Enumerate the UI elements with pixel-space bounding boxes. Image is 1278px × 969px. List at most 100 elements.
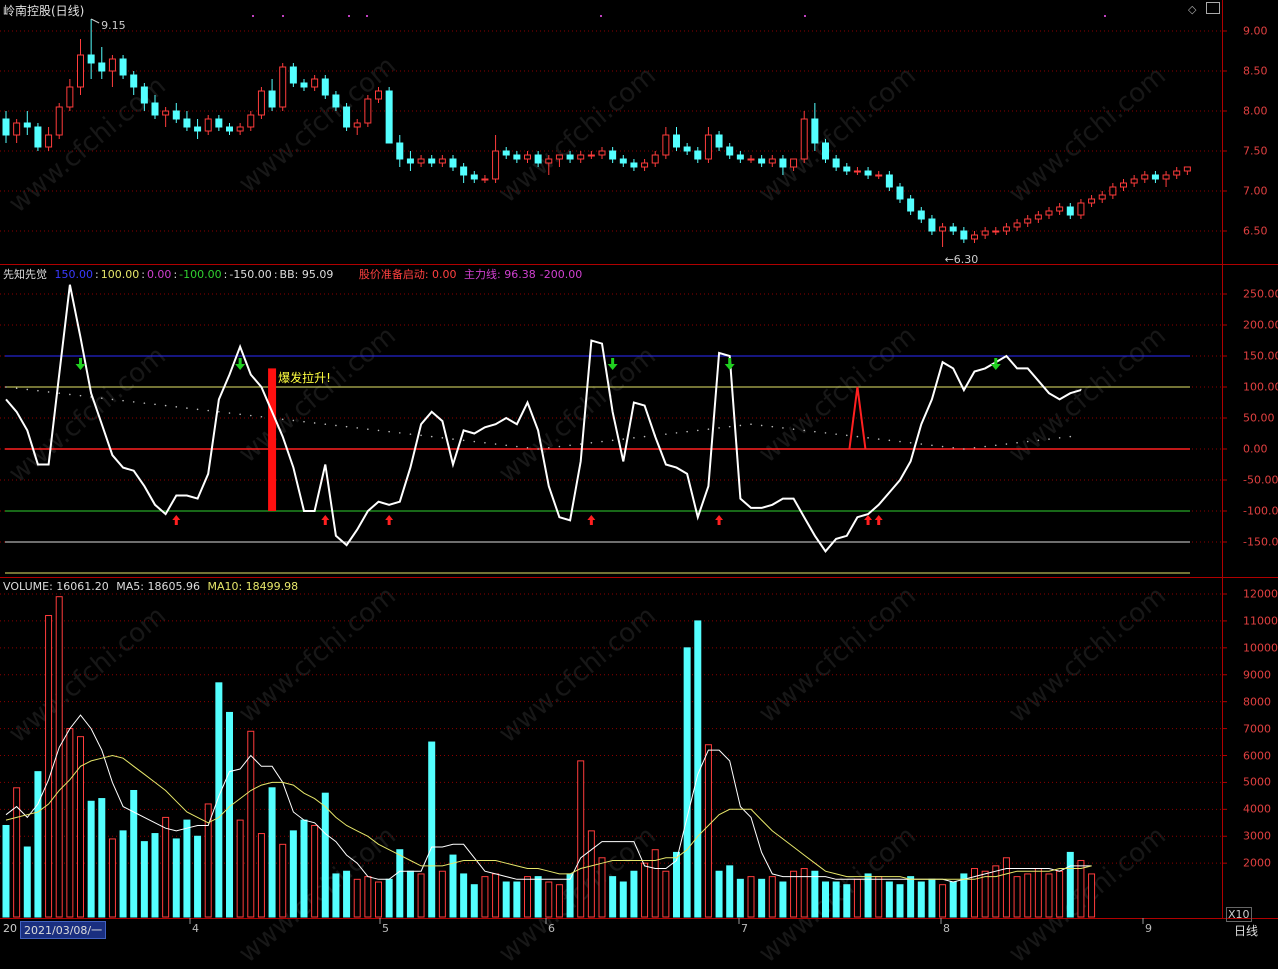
main-line-dot (79, 394, 82, 397)
candle-body (992, 230, 1000, 233)
volume-bar (417, 873, 425, 918)
candle-body (172, 110, 180, 120)
volume-bar (853, 878, 861, 918)
indicator-tick-label: 200.00 (1243, 318, 1278, 332)
main-line-dot (47, 391, 50, 393)
volume-bar (577, 760, 585, 918)
period-label[interactable]: 日线 (1234, 922, 1258, 939)
volume-bar (1002, 857, 1010, 918)
candle-body (13, 122, 21, 136)
candle-body (949, 226, 957, 232)
price-panel-header: 岭南控股(日线) (3, 2, 88, 19)
main-line-dot (952, 446, 955, 449)
volume-bar (864, 873, 872, 918)
volume-bar (332, 873, 340, 918)
main-line-dot (207, 409, 210, 412)
param-separator: : (173, 268, 178, 281)
main-line-dot (792, 428, 795, 430)
candle-body (289, 66, 297, 84)
start-signal-label: 股价准备启动: 0.00 (358, 268, 457, 281)
up-arrow-icon (874, 515, 883, 525)
candle-body (619, 158, 627, 164)
candle-body (811, 118, 819, 144)
main-line-dot (260, 415, 263, 418)
candle-body (162, 110, 170, 116)
main-line-dot (1058, 437, 1061, 439)
volume-bar (555, 884, 563, 918)
main-line-dot (739, 424, 742, 427)
volume-tick-label: 3000 (1243, 829, 1271, 843)
candle-body (226, 126, 233, 132)
signal-dot (348, 15, 350, 17)
up-arrow-icon (385, 515, 394, 525)
volume-bar (683, 647, 691, 918)
candle-body (438, 158, 446, 164)
candle-body (1109, 186, 1117, 196)
candle-body (907, 198, 915, 212)
candle-body (864, 170, 872, 176)
candle-body (513, 154, 521, 160)
candle-body (875, 174, 883, 177)
main-line-dot (963, 448, 965, 450)
candle-body (853, 170, 861, 173)
indicator-param: 150.00 (54, 268, 94, 281)
candle-body (981, 230, 989, 236)
volume-bar (279, 843, 287, 918)
main-line-dot (494, 443, 497, 445)
down-arrow-icon (607, 358, 618, 370)
main-line-dot (867, 437, 869, 439)
candle-body (896, 186, 904, 200)
volume-bar (162, 816, 170, 918)
main-line-dot (111, 398, 114, 401)
volume-bar (23, 846, 31, 918)
main-line-dot (526, 446, 529, 449)
volume-tick-label: 10000 (1243, 641, 1278, 655)
main-line-label: 主力线: 96.38 (464, 268, 536, 281)
volume-tick-label: 6000 (1243, 749, 1271, 762)
candle-body (1034, 214, 1042, 220)
signal-dot (282, 15, 284, 17)
stock-title: 岭南控股(日线) (3, 4, 85, 18)
diamond-icon[interactable]: ◇ (1188, 3, 1196, 16)
candle-body (151, 102, 159, 116)
main-line-dot (409, 433, 412, 435)
volume-bar (566, 873, 574, 918)
volume-bar (140, 841, 148, 918)
param-separator: : (273, 268, 278, 281)
candle-body (502, 150, 510, 156)
candle-body (885, 174, 893, 188)
indicator-param: -100.00 (179, 268, 222, 281)
main-line-dot (547, 446, 550, 449)
main-line-dot (856, 435, 859, 438)
indicator-panel-header: 先知先觉 150.00:100.00:0.00: -100.00: -150.00:… (3, 266, 586, 282)
candle-body (1183, 166, 1191, 172)
candle-body (449, 158, 457, 168)
main-line-dot (292, 419, 295, 422)
candle-body (630, 162, 638, 168)
volume-unit: X10 (1226, 907, 1252, 922)
volume-tick-label: 8000 (1243, 695, 1271, 709)
main-line-dot (803, 429, 806, 432)
candle-body (140, 86, 148, 104)
chart-canvas[interactable]: 9.15 ←6.30 (0, 0, 1278, 942)
main-line-dot (941, 445, 944, 448)
menu-icon[interactable] (1206, 2, 1220, 14)
signal-dot (804, 15, 806, 17)
price-tick-label: 7.00 (1243, 184, 1268, 198)
main-line-dot (675, 432, 678, 434)
candle-body (704, 134, 712, 160)
candle-body (194, 126, 202, 132)
main-line-dot (37, 389, 39, 392)
candle-body (1151, 174, 1159, 180)
date-box[interactable]: 2021/03/08/一 (20, 921, 107, 939)
volume-bar (1088, 873, 1096, 918)
candle-body (524, 154, 531, 160)
down-arrow-icon (724, 358, 735, 370)
candle-body (55, 106, 63, 136)
volume-bar (704, 744, 712, 918)
indicator-param: BB: 95.09 (279, 268, 334, 281)
volume-bar (247, 730, 255, 918)
candle-body (183, 118, 191, 128)
volume-bar (172, 838, 180, 918)
month-label: 8 (943, 922, 950, 935)
